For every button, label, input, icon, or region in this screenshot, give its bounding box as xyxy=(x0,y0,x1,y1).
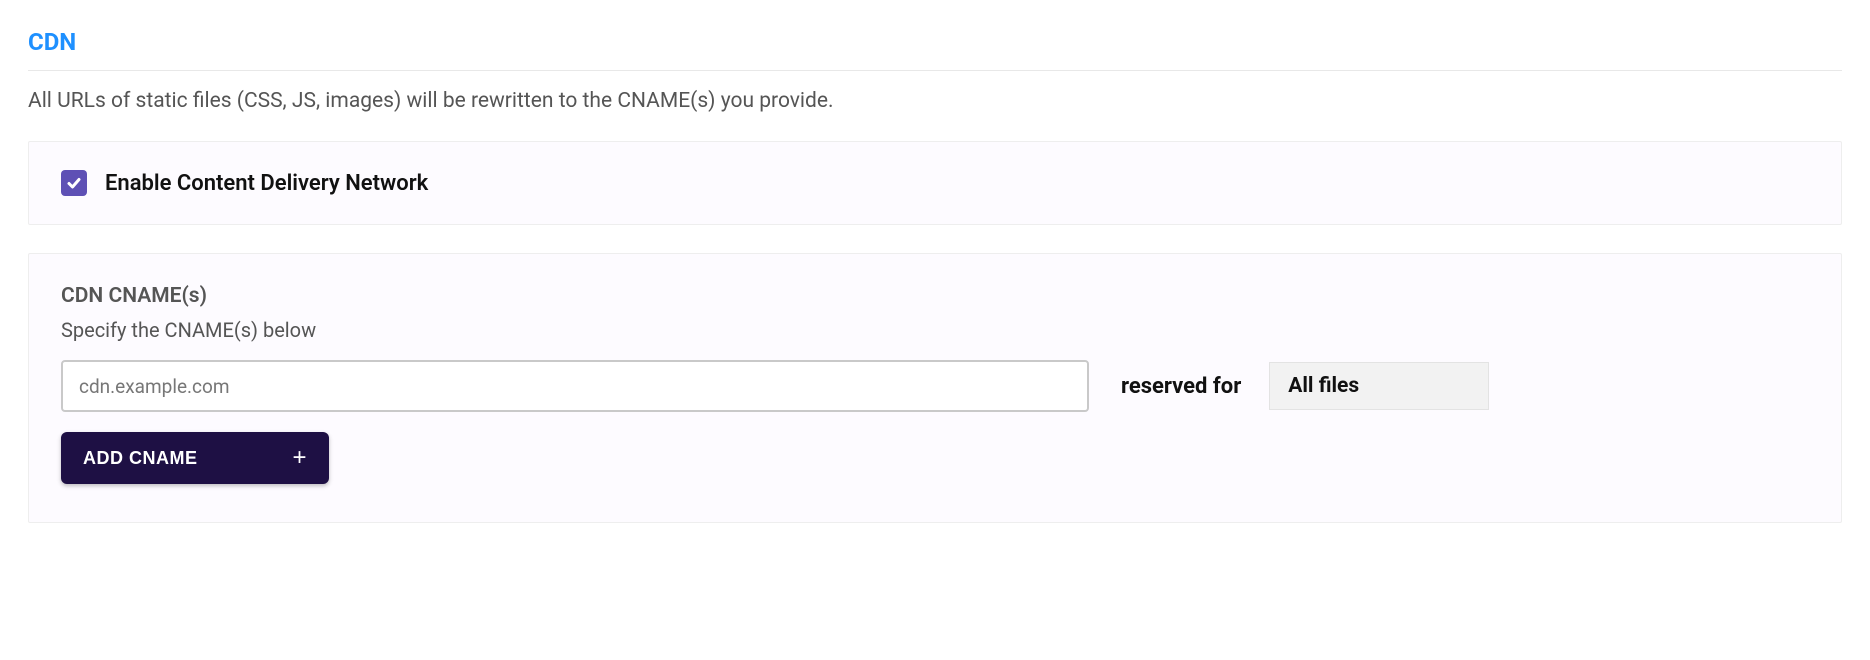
enable-cdn-label: Enable Content Delivery Network xyxy=(105,171,428,196)
reserved-for-label: reserved for xyxy=(1121,374,1241,399)
add-cname-label: ADD CNAME xyxy=(83,448,198,469)
cname-row: reserved for All files xyxy=(61,360,1809,412)
cname-subtext: Specify the CNAME(s) below xyxy=(61,318,1809,342)
enable-panel: Enable Content Delivery Network xyxy=(28,141,1842,225)
enable-cdn-row: Enable Content Delivery Network xyxy=(61,170,1809,196)
cname-heading: CDN CNAME(s) xyxy=(61,284,1809,308)
cname-panel: CDN CNAME(s) Specify the CNAME(s) below … xyxy=(28,253,1842,523)
check-icon xyxy=(66,175,82,191)
file-filter-select[interactable]: All files xyxy=(1269,362,1489,410)
file-filter-selected: All files xyxy=(1288,374,1359,398)
plus-icon: + xyxy=(292,446,307,470)
divider xyxy=(28,70,1842,71)
enable-cdn-checkbox[interactable] xyxy=(61,170,87,196)
section-title: CDN xyxy=(28,28,1842,56)
add-cname-button[interactable]: ADD CNAME + xyxy=(61,432,329,484)
cname-input[interactable] xyxy=(61,360,1089,412)
section-description: All URLs of static files (CSS, JS, image… xyxy=(28,89,1842,113)
